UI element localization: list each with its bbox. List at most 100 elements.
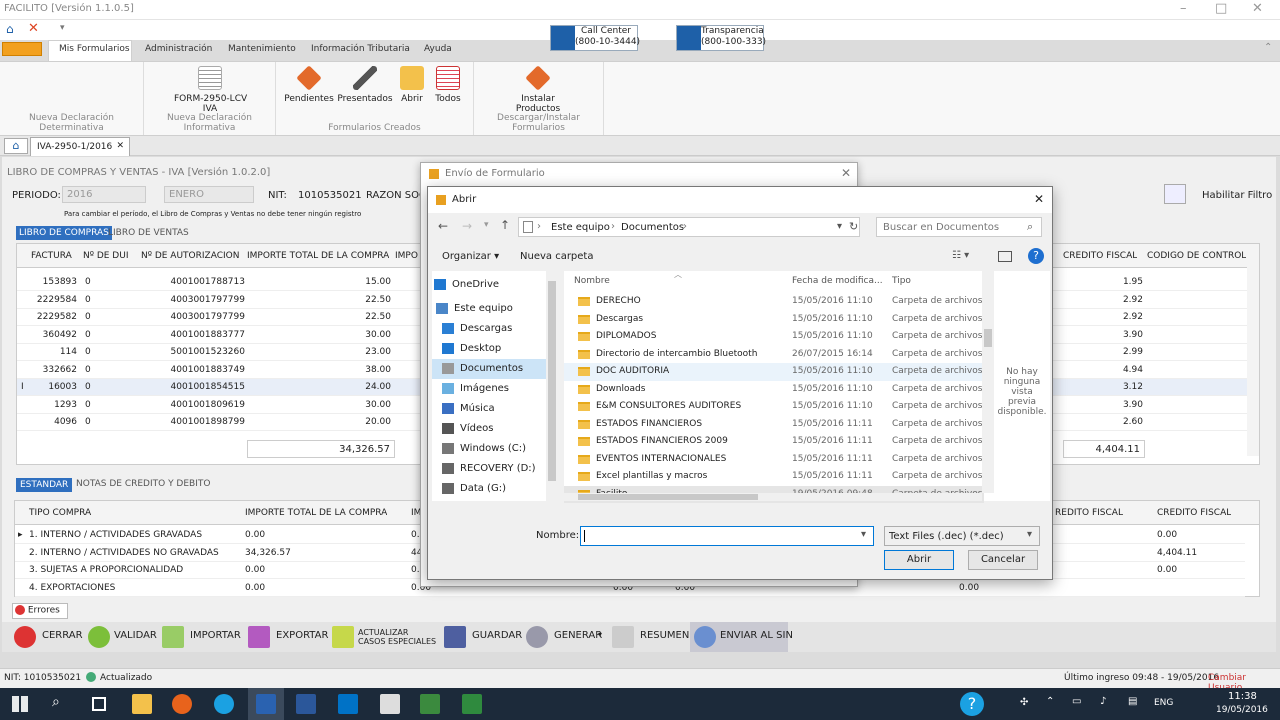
tab-libro-compras[interactable]: LIBRO DE COMPRAS xyxy=(16,226,112,240)
autorizacion-cell[interactable]: 4001001883749 xyxy=(141,365,245,375)
menu-informacion-tributaria[interactable]: Información Tributaria xyxy=(311,44,410,54)
nav-documentos[interactable]: Documentos xyxy=(432,359,546,379)
minimize-icon[interactable]: – xyxy=(1180,2,1187,16)
help-icon[interactable]: ? xyxy=(960,692,984,716)
file-row[interactable]: Directorio de intercambio Bluetooth 26/07… xyxy=(564,346,984,364)
factura-cell[interactable]: 360492 xyxy=(17,330,77,340)
importe-cell[interactable]: 15.00 xyxy=(247,277,391,287)
importe-cell[interactable]: 22.50 xyxy=(247,312,391,322)
factura-cell[interactable]: 4096 xyxy=(17,417,77,427)
nav-este-equipo[interactable]: Este equipo xyxy=(432,299,546,319)
organizar-button[interactable]: Organizar ▾ xyxy=(442,251,499,262)
recent-dropdown-icon[interactable]: ▾ xyxy=(484,220,489,230)
file-row[interactable]: Downloads 15/05/2016 11:10 Carpeta de arch… xyxy=(564,381,984,399)
outlook-icon[interactable] xyxy=(338,694,358,714)
cancelar-button[interactable]: Cancelar xyxy=(968,550,1038,570)
col-autorizacion[interactable]: Nº DE AUTORIZACION xyxy=(141,244,239,268)
battery-icon[interactable]: ▭ xyxy=(1072,696,1081,707)
importe-cell[interactable]: 30.00 xyxy=(247,400,391,410)
back-icon[interactable]: ← xyxy=(438,219,448,233)
year-select[interactable]: 2016 xyxy=(62,186,146,203)
importe-cell[interactable]: 34,326.57 xyxy=(245,548,291,558)
autorizacion-cell[interactable]: 4003001797799 xyxy=(141,312,245,322)
view-options-icon[interactable]: ☷ ▾ xyxy=(952,250,969,261)
tipo-cell[interactable]: 3. SUJETAS A PROPORCIONALIDAD xyxy=(29,565,183,575)
autorizacion-cell[interactable]: 4001001898799 xyxy=(141,417,245,427)
tab-iva-2950[interactable]: IVA-2950-1/2016 ✕ xyxy=(30,137,130,156)
dui-cell[interactable]: 0 xyxy=(85,312,105,322)
credito-cell[interactable]: 0.00 xyxy=(959,583,979,593)
credito-cell[interactable]: 3.90 xyxy=(1063,330,1143,340)
credito-cell[interactable]: 3.90 xyxy=(1063,400,1143,410)
factura-cell[interactable]: 1293 xyxy=(17,400,77,410)
importe-cell[interactable]: 22.50 xyxy=(247,295,391,305)
autorizacion-cell[interactable]: 4001001809619 xyxy=(141,400,245,410)
file-vscrollbar[interactable] xyxy=(982,271,994,493)
actualizar-button[interactable]: ACTUALIZAR CASOS ESPECIALES xyxy=(358,628,436,646)
clock-time[interactable]: 11:38 xyxy=(1228,691,1257,702)
close-x-icon[interactable]: ✕ xyxy=(28,21,39,36)
file-row[interactable]: DERECHO 15/05/2016 11:10 Carpeta de archiv… xyxy=(564,293,984,311)
path-documentos[interactable]: Documentos xyxy=(621,222,684,233)
facilito-icon[interactable] xyxy=(256,694,276,714)
collapse-ribbon-icon[interactable]: ⌃ xyxy=(1264,42,1272,53)
help-icon[interactable]: ? xyxy=(1028,248,1044,264)
file-explorer-icon[interactable] xyxy=(132,694,152,714)
autorizacion-cell[interactable]: 4001001883777 xyxy=(141,330,245,340)
calculator-icon[interactable] xyxy=(380,694,400,714)
search-input[interactable]: Buscar en Documentos xyxy=(883,222,999,233)
transparencia-button[interactable]: Transparencia (800-100-333) xyxy=(676,25,766,51)
autorizacion-cell[interactable]: 4001001788713 xyxy=(141,277,245,287)
col-credito[interactable]: CREDITO FISCAL xyxy=(1063,244,1137,268)
search-box[interactable]: Buscar en Documentos ⌕ xyxy=(876,217,1042,237)
factura-cell[interactable]: 16003 xyxy=(17,382,77,392)
file-type-select[interactable]: Text Files (.dec) (*.dec) ▾ xyxy=(884,526,1040,546)
factura-cell[interactable]: 114 xyxy=(17,347,77,357)
file-row[interactable]: ESTADOS FINANCIEROS 2009 15/05/2016 11:11… xyxy=(564,433,984,451)
address-dropdown-icon[interactable]: ▾ xyxy=(837,221,842,232)
preview-pane-icon[interactable] xyxy=(998,251,1012,262)
volume-icon[interactable]: ♪ xyxy=(1100,696,1106,707)
file-type-dropdown-icon[interactable]: ▾ xyxy=(1027,529,1032,540)
instalar-productos-button[interactable]: Instalar Productos xyxy=(508,65,568,114)
todos-button[interactable]: Todos xyxy=(424,66,472,104)
tipo-cell[interactable]: 2. INTERNO / ACTIVIDADES NO GRAVADAS xyxy=(29,548,219,558)
skype-icon[interactable] xyxy=(214,694,234,714)
factura-cell[interactable]: 153893 xyxy=(17,277,77,287)
importe-cell[interactable]: 23.00 xyxy=(247,347,391,357)
tab-estandar[interactable]: ESTANDAR xyxy=(16,478,73,492)
vertical-scrollbar[interactable] xyxy=(1247,244,1259,456)
nav-onedrive[interactable]: OneDrive xyxy=(432,275,546,295)
firefox-icon[interactable] xyxy=(172,694,192,714)
task-view-icon[interactable] xyxy=(92,697,106,711)
col-codigo[interactable]: CODIGO DE CONTROL xyxy=(1147,244,1246,268)
file-hscrollbar[interactable] xyxy=(564,493,982,501)
importe-cell[interactable]: 0.00 xyxy=(245,565,265,575)
envio-close-icon[interactable]: ✕ xyxy=(841,166,851,180)
resumen-button[interactable]: RESUMEN xyxy=(640,630,689,641)
file-row[interactable]: ESTADOS FINANCIEROS 15/05/2016 11:11 Carpe… xyxy=(564,416,984,434)
tab-notas[interactable]: NOTAS DE CREDITO Y DEBITO xyxy=(76,479,210,489)
generar-dropdown-icon[interactable]: ▾ xyxy=(598,630,602,639)
camtasia-recorder-icon[interactable] xyxy=(462,694,482,714)
credito-cell[interactable]: 2.60 xyxy=(1063,417,1143,427)
credito-cell[interactable]: 2.92 xyxy=(1063,312,1143,322)
windows-start-icon[interactable] xyxy=(12,696,28,712)
importe-cell[interactable]: 0.00 xyxy=(245,583,265,593)
nav-scrollbar[interactable] xyxy=(546,271,558,501)
camtasia-icon[interactable] xyxy=(420,694,440,714)
autorizacion-cell[interactable]: 4001001854515 xyxy=(141,382,245,392)
dui-cell[interactable]: 0 xyxy=(85,277,105,287)
month-select[interactable]: ENERO xyxy=(164,186,254,203)
dui-cell[interactable]: 0 xyxy=(85,347,105,357)
nav-windows-c[interactable]: Windows (C:) xyxy=(432,439,546,459)
path-este-equipo[interactable]: Este equipo xyxy=(551,222,610,233)
credito-cell[interactable]: 1.95 xyxy=(1063,277,1143,287)
file-hscroll-thumb[interactable] xyxy=(578,494,758,500)
tab-libro-ventas[interactable]: LIBRO DE VENTAS xyxy=(108,228,189,238)
credito-cell[interactable]: 3.12 xyxy=(1063,382,1143,392)
credito-cell[interactable]: 0.00 xyxy=(1157,530,1177,540)
col-redito[interactable]: REDITO FISCAL xyxy=(1055,501,1123,525)
up-icon[interactable]: ↑ xyxy=(500,218,510,232)
nav-desktop[interactable]: Desktop xyxy=(432,339,546,359)
